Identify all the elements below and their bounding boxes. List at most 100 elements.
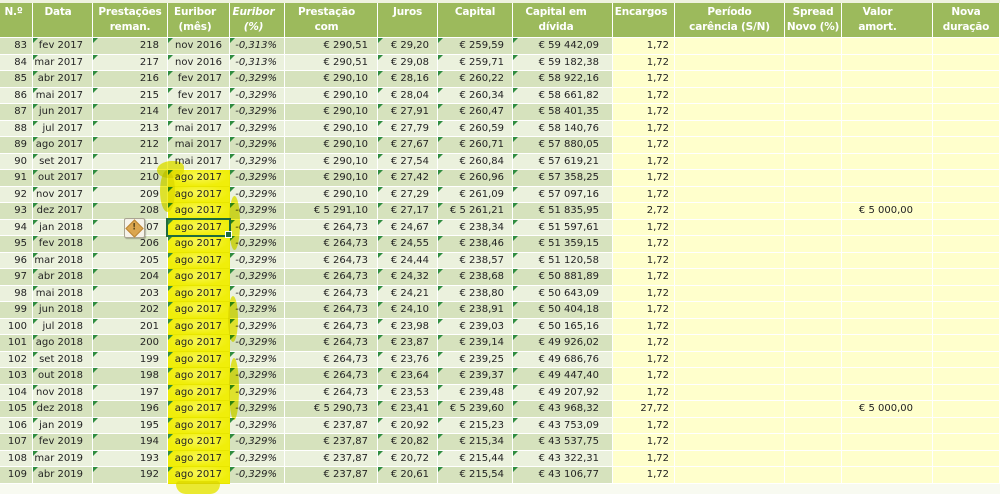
cell-encargos-91[interactable]: 1,72 — [613, 170, 675, 187]
cell-capital_divida-84[interactable]: € 59 182,38 — [513, 55, 613, 72]
cell-euribor_pct-89[interactable]: -0,329% — [230, 137, 285, 154]
cell-periodo_carencia-108[interactable] — [675, 451, 785, 468]
cell-spread_novo-92[interactable] — [785, 187, 842, 204]
cell-juros-83[interactable]: € 29,20 — [378, 38, 438, 55]
column-header-nova_duracao[interactable]: Nova duração (meses) — [933, 3, 1000, 38]
cell-valor_amort-97[interactable] — [842, 269, 933, 286]
cell-encargos-105[interactable]: 27,72 — [613, 401, 675, 418]
cell-prest_encargos-102[interactable]: € 264,73 — [285, 352, 378, 369]
cell-n-94[interactable]: 94 — [0, 220, 33, 237]
cell-encargos-99[interactable]: 1,72 — [613, 302, 675, 319]
cell-nova_duracao-94[interactable] — [933, 220, 1000, 237]
cell-n-98[interactable]: 98 — [0, 286, 33, 303]
cell-capital-84[interactable]: € 259,71 — [438, 55, 513, 72]
cell-prest_reman-90[interactable]: 211 — [93, 154, 168, 171]
cell-spread_novo-100[interactable] — [785, 319, 842, 336]
cell-valor_amort-93[interactable]: € 5 000,00 — [842, 203, 933, 220]
cell-encargos-92[interactable]: 1,72 — [613, 187, 675, 204]
column-header-prest_encargos[interactable]: Prestação com encargos — [285, 3, 378, 38]
cell-encargos-103[interactable]: 1,72 — [613, 368, 675, 385]
cell-valor_amort-104[interactable] — [842, 385, 933, 402]
cell-spread_novo-104[interactable] — [785, 385, 842, 402]
cell-prest_encargos-99[interactable]: € 264,73 — [285, 302, 378, 319]
cell-capital-101[interactable]: € 239,14 — [438, 335, 513, 352]
cell-capital_divida-89[interactable]: € 57 880,05 — [513, 137, 613, 154]
cell-prest_encargos-85[interactable]: € 290,10 — [285, 71, 378, 88]
cell-euribor_mes-88[interactable]: mai 2017 — [168, 121, 230, 138]
cell-periodo_carencia-88[interactable] — [675, 121, 785, 138]
cell-spread_novo-86[interactable] — [785, 88, 842, 105]
cell-encargos-85[interactable]: 1,72 — [613, 71, 675, 88]
cell-spread_novo-106[interactable] — [785, 418, 842, 435]
cell-valor_amort-83[interactable] — [842, 38, 933, 55]
cell-capital-102[interactable]: € 239,25 — [438, 352, 513, 369]
cell-prest_reman-100[interactable]: 201 — [93, 319, 168, 336]
cell-capital_divida-86[interactable]: € 58 661,82 — [513, 88, 613, 105]
cell-euribor_mes-97[interactable]: ago 2017 — [168, 269, 230, 286]
cell-prest_reman-106[interactable]: 195 — [93, 418, 168, 435]
cell-capital_divida-106[interactable]: € 43 753,09 — [513, 418, 613, 435]
cell-periodo_carencia-104[interactable] — [675, 385, 785, 402]
cell-valor_amort-100[interactable] — [842, 319, 933, 336]
cell-valor_amort-84[interactable] — [842, 55, 933, 72]
cell-encargos-83[interactable]: 1,72 — [613, 38, 675, 55]
cell-n-92[interactable]: 92 — [0, 187, 33, 204]
cell-spread_novo-107[interactable] — [785, 434, 842, 451]
cell-euribor_pct-95[interactable]: -0,329% — [230, 236, 285, 253]
cell-prest_reman-86[interactable]: 215 — [93, 88, 168, 105]
cell-data-96[interactable]: mar 2018 — [33, 253, 93, 270]
cell-euribor_mes-103[interactable]: ago 2017 — [168, 368, 230, 385]
cell-n-87[interactable]: 87 — [0, 104, 33, 121]
column-header-capital_divida[interactable]: Capital em dívida — [513, 3, 613, 38]
cell-euribor_mes-89[interactable]: mai 2017 — [168, 137, 230, 154]
cell-nova_duracao-84[interactable] — [933, 55, 1000, 72]
cell-juros-97[interactable]: € 24,32 — [378, 269, 438, 286]
cell-capital_divida-105[interactable]: € 43 968,32 — [513, 401, 613, 418]
cell-capital-92[interactable]: € 261,09 — [438, 187, 513, 204]
cell-capital-94[interactable]: € 238,34 — [438, 220, 513, 237]
cell-periodo_carencia-90[interactable] — [675, 154, 785, 171]
column-header-prest_reman[interactable]: Prestações reman. — [93, 3, 168, 38]
cell-capital-98[interactable]: € 238,80 — [438, 286, 513, 303]
cell-valor_amort-85[interactable] — [842, 71, 933, 88]
column-header-juros[interactable]: Juros — [378, 3, 438, 38]
cell-capital_divida-98[interactable]: € 50 643,09 — [513, 286, 613, 303]
cell-capital_divida-99[interactable]: € 50 404,18 — [513, 302, 613, 319]
cell-capital-89[interactable]: € 260,71 — [438, 137, 513, 154]
cell-encargos-106[interactable]: 1,72 — [613, 418, 675, 435]
cell-prest_encargos-93[interactable]: € 5 291,10 — [285, 203, 378, 220]
cell-periodo_carencia-84[interactable] — [675, 55, 785, 72]
cell-capital-93[interactable]: € 5 261,21 — [438, 203, 513, 220]
cell-data-109[interactable]: abr 2019 — [33, 467, 93, 484]
cell-capital-95[interactable]: € 238,46 — [438, 236, 513, 253]
cell-n-102[interactable]: 102 — [0, 352, 33, 369]
cell-encargos-95[interactable]: 1,72 — [613, 236, 675, 253]
cell-euribor_mes-91[interactable]: ago 2017 — [168, 170, 230, 187]
cell-nova_duracao-106[interactable] — [933, 418, 1000, 435]
cell-periodo_carencia-98[interactable] — [675, 286, 785, 303]
cell-prest_encargos-91[interactable]: € 290,10 — [285, 170, 378, 187]
cell-euribor_pct-86[interactable]: -0,329% — [230, 88, 285, 105]
cell-capital_divida-109[interactable]: € 43 106,77 — [513, 467, 613, 484]
cell-spread_novo-85[interactable] — [785, 71, 842, 88]
cell-euribor_mes-104[interactable]: ago 2017 — [168, 385, 230, 402]
cell-nova_duracao-95[interactable] — [933, 236, 1000, 253]
cell-spread_novo-88[interactable] — [785, 121, 842, 138]
cell-nova_duracao-104[interactable] — [933, 385, 1000, 402]
cell-encargos-84[interactable]: 1,72 — [613, 55, 675, 72]
cell-capital-105[interactable]: € 5 239,60 — [438, 401, 513, 418]
cell-prest_reman-105[interactable]: 196 — [93, 401, 168, 418]
cell-prest_encargos-89[interactable]: € 290,10 — [285, 137, 378, 154]
cell-valor_amort-101[interactable] — [842, 335, 933, 352]
cell-prest_encargos-103[interactable]: € 264,73 — [285, 368, 378, 385]
cell-prest_reman-84[interactable]: 217 — [93, 55, 168, 72]
cell-valor_amort-87[interactable] — [842, 104, 933, 121]
cell-nova_duracao-99[interactable] — [933, 302, 1000, 319]
cell-n-85[interactable]: 85 — [0, 71, 33, 88]
cell-encargos-88[interactable]: 1,72 — [613, 121, 675, 138]
cell-periodo_carencia-107[interactable] — [675, 434, 785, 451]
cell-valor_amort-95[interactable] — [842, 236, 933, 253]
cell-capital-97[interactable]: € 238,68 — [438, 269, 513, 286]
cell-juros-109[interactable]: € 20,61 — [378, 467, 438, 484]
cell-capital-100[interactable]: € 239,03 — [438, 319, 513, 336]
